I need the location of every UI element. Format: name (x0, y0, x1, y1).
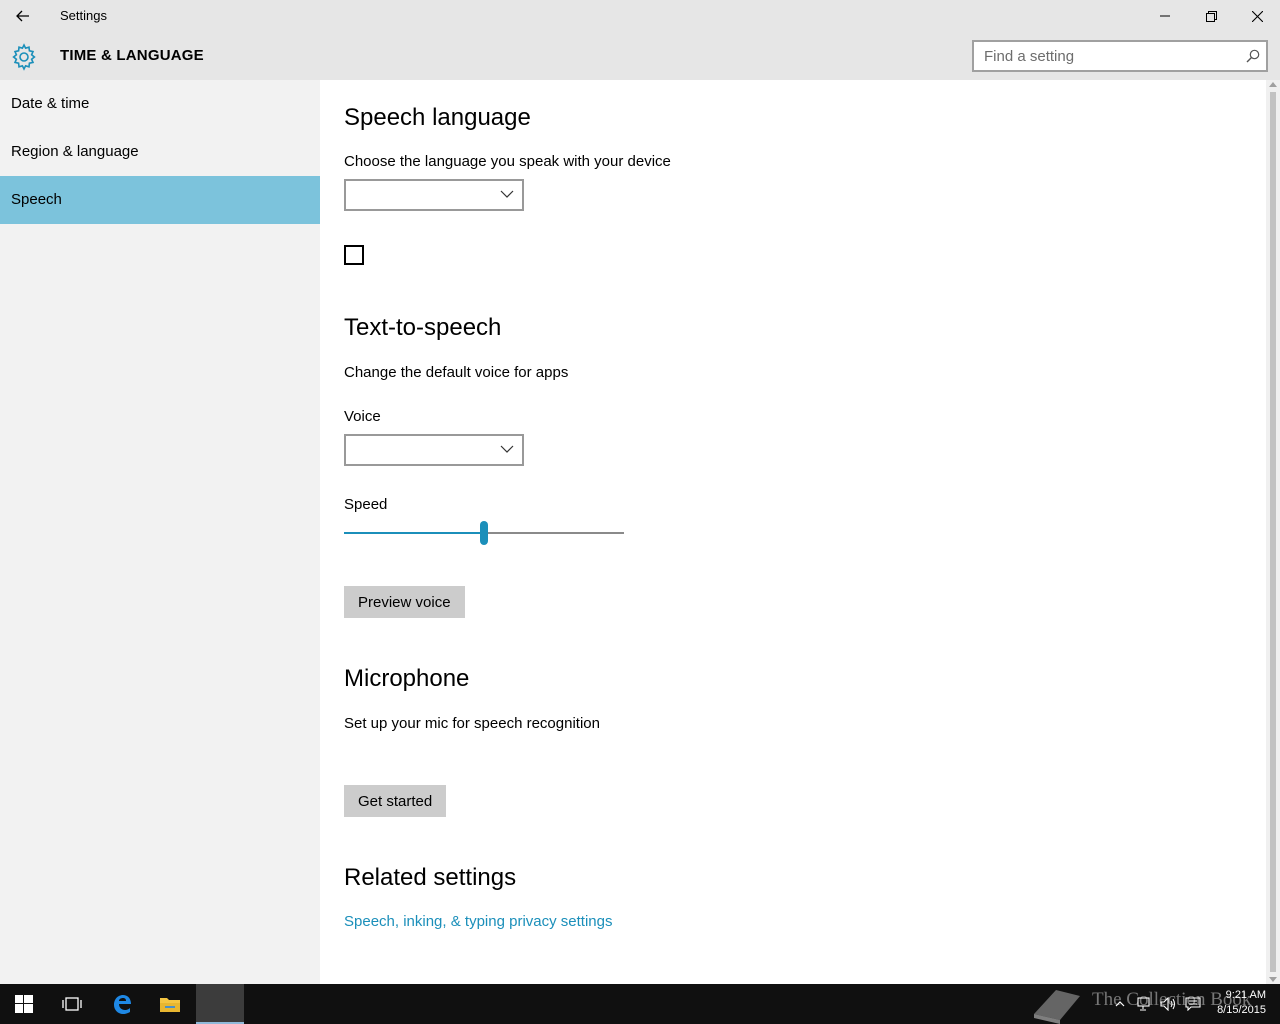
speech-language-heading: Speech language (344, 104, 531, 131)
main-content: Speech language Choose the language you … (320, 80, 1266, 984)
text-to-speech-heading: Text-to-speech (344, 314, 502, 341)
privacy-settings-link[interactable]: Speech, inking, & typing privacy setting… (344, 913, 612, 930)
edge-button[interactable] (98, 984, 146, 1024)
volume-button[interactable] (1158, 984, 1180, 1024)
scroll-thumb[interactable] (1270, 92, 1276, 972)
microphone-description: Set up your mic for speech recognition (344, 715, 600, 732)
edge-browser-icon (114, 995, 131, 1014)
back-arrow-icon (16, 10, 29, 22)
sidebar-item-region-language[interactable]: Region & language (0, 128, 320, 176)
sidebar: Date & time Region & language Speech (0, 80, 320, 984)
task-view-icon (62, 997, 82, 1011)
windows-logo-icon (15, 995, 33, 1013)
speed-label: Speed (344, 496, 388, 513)
minimize-icon (1160, 15, 1170, 17)
scroll-up-arrow-icon[interactable] (1269, 82, 1277, 87)
speaker-icon (1160, 997, 1176, 1011)
chevron-down-icon (500, 445, 514, 453)
restore-button[interactable] (1188, 0, 1234, 32)
clock-date: 8/15/2015 (1217, 1004, 1266, 1016)
speech-language-description: Choose the language you speak with your … (344, 153, 671, 170)
action-center-button[interactable] (1182, 984, 1204, 1024)
start-button[interactable] (0, 984, 48, 1024)
speech-language-dropdown[interactable] (344, 179, 524, 211)
chevron-up-icon (1115, 1001, 1125, 1007)
scroll-down-arrow-icon[interactable] (1269, 977, 1277, 982)
show-hidden-icons-button[interactable] (1112, 984, 1128, 1024)
close-button[interactable] (1234, 0, 1280, 32)
section-title: TIME & LANGUAGE (60, 47, 204, 64)
microphone-heading: Microphone (344, 665, 470, 692)
speed-slider-track (484, 532, 624, 534)
gear-icon (12, 43, 36, 71)
notification-icon (1185, 997, 1201, 1011)
clock-time: 9:21 AM (1225, 989, 1266, 1001)
voice-label: Voice (344, 408, 381, 425)
back-button[interactable] (0, 0, 46, 32)
speed-slider-thumb[interactable] (480, 521, 488, 545)
network-icon (1137, 997, 1150, 1011)
window-title: Settings (60, 8, 107, 23)
minimize-button[interactable] (1142, 0, 1188, 32)
search-icon[interactable] (1246, 49, 1260, 63)
speed-slider-fill (344, 532, 484, 534)
text-to-speech-description: Change the default voice for apps (344, 364, 569, 381)
voice-dropdown[interactable] (344, 434, 524, 466)
sidebar-item-speech[interactable]: Speech (0, 176, 320, 224)
settings-app-taskbar-button[interactable] (196, 984, 244, 1024)
speed-slider[interactable] (344, 521, 624, 545)
search-box[interactable] (972, 40, 1268, 72)
taskbar: The Collection Book 9:21 AM 8/15/2015 (0, 984, 1280, 1024)
get-started-button[interactable]: Get started (344, 785, 447, 817)
clock[interactable]: 9:21 AM 8/15/2015 (1217, 988, 1266, 1018)
task-view-button[interactable] (48, 984, 96, 1024)
book-logo-icon (1034, 990, 1080, 1024)
folder-icon (160, 998, 180, 1012)
scrollbar[interactable] (1266, 80, 1280, 984)
chevron-down-icon (500, 190, 514, 198)
file-explorer-button[interactable] (146, 984, 194, 1024)
search-input[interactable] (974, 42, 1234, 70)
restore-icon (1205, 10, 1217, 22)
close-icon (1251, 10, 1263, 22)
sidebar-item-date-time[interactable]: Date & time (0, 80, 320, 128)
network-button[interactable] (1134, 984, 1156, 1024)
speech-language-checkbox[interactable] (344, 245, 364, 265)
title-bar: Settings (0, 0, 1280, 32)
settings-header: TIME & LANGUAGE (0, 32, 1280, 80)
preview-voice-button[interactable]: Preview voice (344, 586, 465, 618)
related-settings-heading: Related settings (344, 864, 517, 891)
